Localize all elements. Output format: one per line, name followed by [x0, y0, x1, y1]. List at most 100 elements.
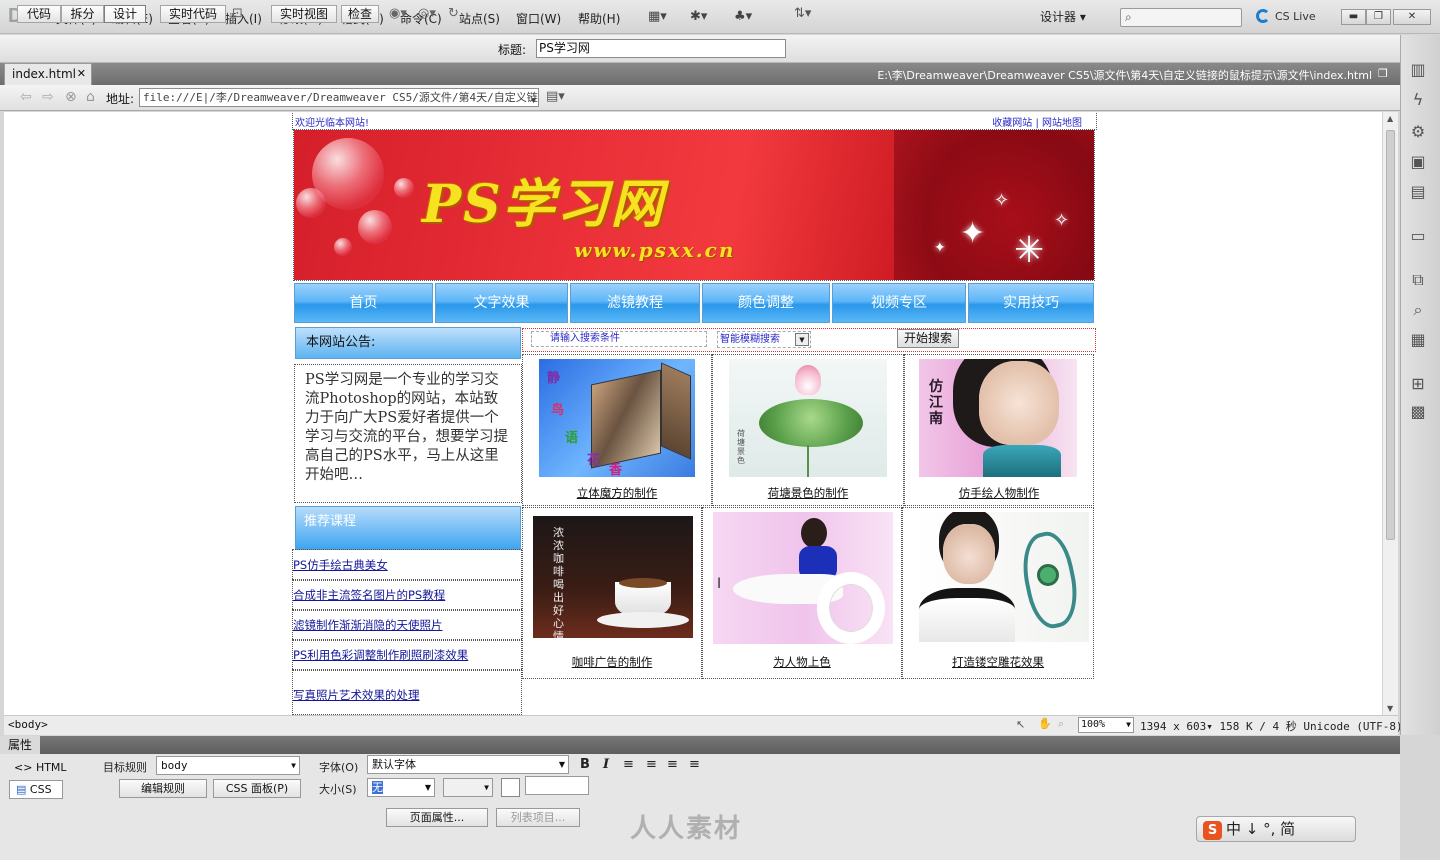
- chevron-down-icon[interactable]: ▼: [1126, 718, 1131, 732]
- back-icon[interactable]: ⇦: [20, 89, 32, 105]
- color-picker[interactable]: [501, 778, 520, 797]
- font-select[interactable]: 默认字体 ▼: [367, 755, 569, 774]
- chevron-down-icon[interactable]: ▼: [531, 92, 536, 106]
- cs-live-button[interactable]: CS Live: [1256, 9, 1316, 23]
- forward-icon[interactable]: ⇨: [42, 89, 54, 105]
- minimize-button[interactable]: ▬: [1341, 9, 1366, 25]
- search-mode-select[interactable]: 智能模糊搜索 ▼: [717, 331, 811, 348]
- recommended-link[interactable]: 滤镜制作渐渐消隐的天使照片: [292, 609, 522, 641]
- edit-rule-button[interactable]: 编辑规则: [119, 779, 207, 798]
- align-right-icon[interactable]: ≡: [667, 757, 678, 772]
- target-rule-select[interactable]: body ▼: [156, 756, 300, 775]
- portrait-drawing-image[interactable]: 仿江南: [919, 359, 1077, 477]
- close-tab-icon[interactable]: ✕: [77, 64, 86, 84]
- justify-icon[interactable]: ≡: [689, 757, 700, 772]
- bold-icon[interactable]: B: [580, 757, 590, 772]
- css-panel-button[interactable]: CSS 面板(P): [213, 779, 301, 798]
- design-view-button[interactable]: 设计: [104, 5, 146, 23]
- site-icon[interactable]: ♣▾: [734, 9, 752, 24]
- nav-filters[interactable]: 滤镜教程: [570, 283, 700, 323]
- code-inspector-icon[interactable]: ⌕: [1406, 300, 1430, 320]
- chevron-down-icon[interactable]: ▼: [425, 779, 431, 796]
- chevron-down-icon[interactable]: ▼: [559, 756, 565, 773]
- align-left-icon[interactable]: ≡: [623, 757, 634, 772]
- assets-icon[interactable]: ⚙: [1406, 122, 1430, 141]
- coloring-image[interactable]: [713, 512, 893, 644]
- cube-image[interactable]: 静 鸟 语 花 香: [539, 359, 695, 477]
- chevron-down-icon[interactable]: ▼: [291, 757, 296, 774]
- size-select[interactable]: 无 ▼: [367, 778, 435, 797]
- list-item-button[interactable]: 列表项目...: [496, 808, 580, 827]
- gallery-caption[interactable]: 打造镂空雕花效果: [903, 654, 1093, 670]
- css-mode-button[interactable]: ▤ CSS: [9, 780, 63, 799]
- stop-icon[interactable]: ⊗: [65, 89, 77, 105]
- size-unit-select[interactable]: ▼: [443, 778, 493, 797]
- layout-icon[interactable]: ▦▾: [648, 9, 667, 24]
- recommended-link[interactable]: PS利用色彩调整制作刷照刷漆效果: [292, 639, 522, 671]
- restore-doc-icon[interactable]: ❐: [1378, 67, 1388, 80]
- insert-panel-icon[interactable]: ▥: [1406, 60, 1430, 79]
- align-center-icon[interactable]: ≡: [646, 757, 657, 772]
- nav-tips[interactable]: 实用技巧: [968, 283, 1094, 323]
- menu-window[interactable]: 窗口(W): [516, 10, 561, 27]
- vertical-scrollbar[interactable]: ▲ ▼: [1382, 112, 1398, 715]
- help-search-input[interactable]: ⌕: [1120, 8, 1242, 27]
- menu-site[interactable]: 站点(S): [459, 10, 500, 27]
- gallery-caption[interactable]: 立体魔方的制作: [523, 485, 711, 501]
- code-view-button[interactable]: 代码: [17, 5, 61, 23]
- recommended-link[interactable]: 写真照片艺术效果的处理: [292, 669, 522, 715]
- lotus-image[interactable]: 荷塘景色: [729, 359, 887, 477]
- validate-icon[interactable]: ⊡: [232, 6, 243, 21]
- menu-insert[interactable]: 插入(I): [225, 10, 262, 27]
- browse-options-icon[interactable]: ▤▾: [546, 89, 565, 104]
- frames-icon[interactable]: ▭: [1406, 226, 1430, 245]
- zoom-tool-icon[interactable]: ⌕: [1058, 717, 1064, 731]
- window-size[interactable]: 1394 x 603: [1140, 720, 1206, 733]
- nav-home[interactable]: 首页: [294, 283, 433, 323]
- ime-toolbar[interactable]: S中 ↓ °, 简: [1196, 816, 1356, 842]
- html-mode-button[interactable]: <> HTML: [14, 761, 67, 774]
- top-links[interactable]: 收藏网站 | 网站地图: [992, 114, 1082, 129]
- address-input[interactable]: file:///E|/李/Dreamweaver/Dreamweaver CS5…: [139, 88, 539, 107]
- zoom-select[interactable]: 100% ▼: [1078, 717, 1134, 733]
- live-view-button[interactable]: 实时视图: [271, 5, 337, 23]
- behaviors-icon[interactable]: ϟ: [1406, 90, 1430, 109]
- nav-color[interactable]: 颜色调整: [702, 283, 830, 323]
- italic-icon[interactable]: I: [603, 757, 609, 772]
- coffee-image[interactable]: 浓浓咖啡喝出好心情: [533, 516, 693, 638]
- refresh-icon[interactable]: ↻: [448, 6, 459, 21]
- nav-video[interactable]: 视频专区: [832, 283, 966, 323]
- search-input[interactable]: 请输入搜索条件: [531, 331, 707, 347]
- scroll-down-icon[interactable]: ▼: [1387, 704, 1393, 713]
- color-input[interactable]: [525, 776, 589, 795]
- properties-tab[interactable]: 属性: [0, 736, 40, 754]
- menu-help[interactable]: 帮助(H): [578, 10, 620, 27]
- page-properties-button[interactable]: 页面属性...: [386, 808, 488, 827]
- gallery-caption[interactable]: 仿手绘人物制作: [905, 485, 1093, 501]
- page-title-input[interactable]: PS学习网: [536, 39, 786, 58]
- workspace-switcher[interactable]: 设计器 ▾: [1040, 8, 1106, 26]
- scroll-up-icon[interactable]: ▲: [1387, 114, 1393, 123]
- ap-elements-icon[interactable]: ▤: [1406, 182, 1430, 201]
- site-map-icon[interactable]: ⊞: [1406, 374, 1430, 393]
- restore-button[interactable]: ❐: [1366, 9, 1391, 25]
- file-management-icon[interactable]: ⇅▾: [794, 6, 811, 21]
- recommended-link[interactable]: PS仿手绘古典美女: [292, 549, 522, 581]
- visual-aids-icon[interactable]: ◎▾: [418, 6, 436, 21]
- lace-image[interactable]: [913, 512, 1089, 642]
- inspect-button[interactable]: 检查: [341, 5, 379, 23]
- gallery-caption[interactable]: 荷塘景色的制作: [713, 485, 903, 501]
- snippets-icon[interactable]: ▣: [1406, 152, 1430, 171]
- gallery-caption[interactable]: 为人物上色: [703, 654, 901, 670]
- split-view-button[interactable]: 拆分: [61, 5, 104, 23]
- search-button[interactable]: 开始搜索: [897, 329, 959, 348]
- nav-text-effects[interactable]: 文字效果: [435, 283, 568, 323]
- document-tab[interactable]: index.html ✕: [4, 63, 92, 85]
- hand-tool-icon[interactable]: ✋: [1038, 717, 1052, 730]
- chevron-down-icon[interactable]: ▼: [795, 333, 809, 346]
- browser-preview-icon[interactable]: ◉▾: [389, 6, 407, 21]
- gallery-caption[interactable]: 咖啡广告的制作: [523, 654, 701, 670]
- tag-selector[interactable]: <body>: [8, 718, 48, 731]
- close-button[interactable]: ✕: [1393, 9, 1431, 25]
- live-code-button[interactable]: 实时代码: [160, 5, 226, 23]
